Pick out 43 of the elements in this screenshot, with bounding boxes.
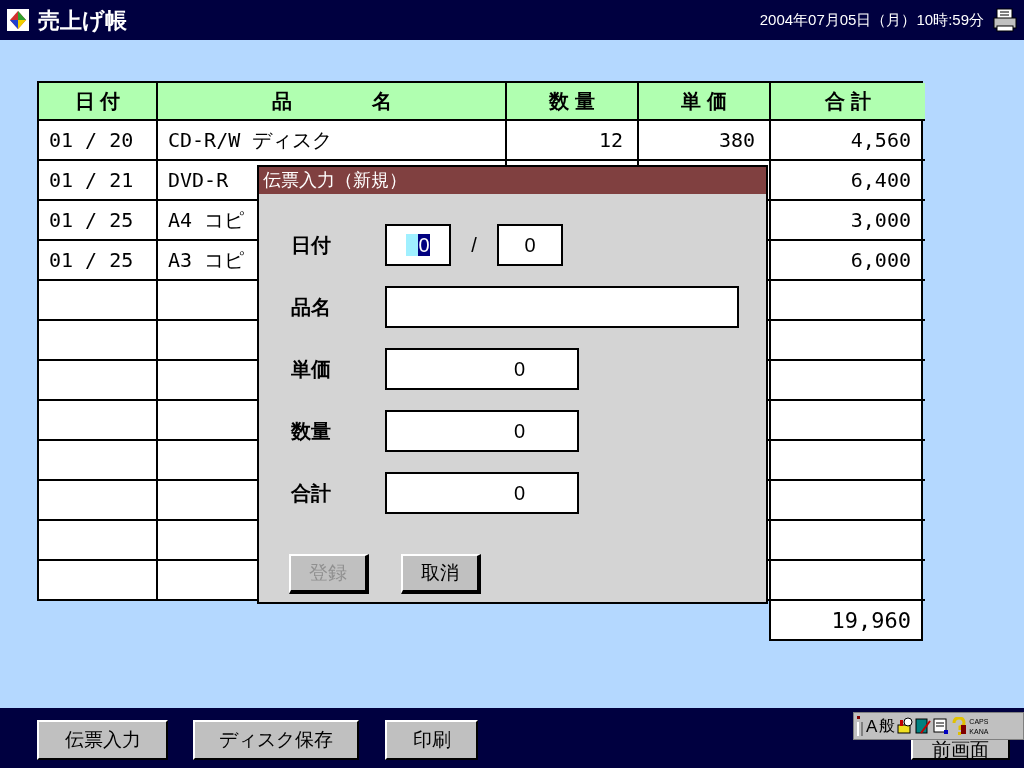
day-field[interactable]: 0 <box>497 224 563 266</box>
table-cell: CD-R/W ディスク <box>158 121 507 161</box>
nav-button[interactable]: ディスク保存 <box>193 720 359 760</box>
number-field[interactable]: 0 <box>385 348 579 390</box>
pad-icon[interactable] <box>933 717 950 735</box>
grand-total-cell: 19,960 <box>769 601 923 641</box>
field-label: 合計 <box>291 481 332 506</box>
table-cell: 01 / 20 <box>39 121 158 161</box>
number-field[interactable]: 0 <box>385 410 579 452</box>
column-header: 単 価 <box>639 83 771 121</box>
app-logo-icon <box>6 8 30 32</box>
column-header: 日 付 <box>39 83 158 121</box>
table-cell: 6,000 <box>771 241 925 281</box>
nav-button[interactable]: 印刷 <box>385 720 478 760</box>
nav-button[interactable]: 伝票入力 <box>37 720 168 760</box>
dialog-button[interactable]: 取消 <box>401 554 481 594</box>
column-header: 品 名 <box>158 83 507 121</box>
help-icon[interactable] <box>951 717 968 735</box>
conversion-mode[interactable]: 般 <box>879 718 896 734</box>
input-mode-indicator[interactable]: A <box>866 717 878 735</box>
book-icon[interactable] <box>915 717 932 735</box>
field-label: 単価 <box>291 357 332 382</box>
grip-icon[interactable] <box>856 715 864 737</box>
table-cell: 4,560 <box>771 121 925 161</box>
month-field[interactable]: 0 <box>385 224 451 266</box>
printer-icon[interactable] <box>992 7 1018 33</box>
table-cell: 3,000 <box>771 201 925 241</box>
item-name-field[interactable] <box>385 286 739 328</box>
dialog-title: 伝票入力（新規） <box>259 167 766 194</box>
field-label: 品名 <box>291 295 332 320</box>
column-header: 数 量 <box>507 83 639 121</box>
app-title: 売上げ帳 <box>38 6 127 35</box>
table-cell: 6,400 <box>771 161 925 201</box>
tools-icon[interactable] <box>897 717 914 735</box>
date-time: 2004年07月05日（月）10時:59分 <box>759 9 984 30</box>
column-header: 合 計 <box>771 83 925 121</box>
table-cell: 380 <box>639 121 771 161</box>
table-cell: 01 / 25 <box>39 241 158 281</box>
table-cell: 01 / 25 <box>39 201 158 241</box>
field-label: 数量 <box>291 419 332 444</box>
table-cell: 01 / 21 <box>39 161 158 201</box>
number-field[interactable]: 0 <box>385 472 579 514</box>
table-cell: 12 <box>507 121 639 161</box>
